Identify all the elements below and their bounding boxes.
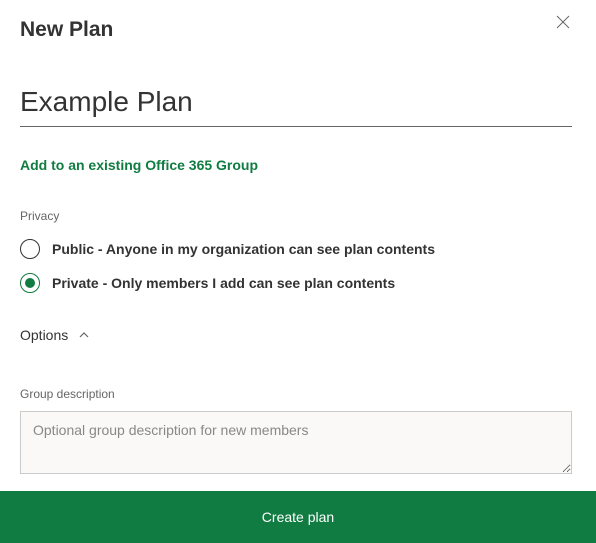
- privacy-option-private[interactable]: Private - Only members I add can see pla…: [20, 273, 576, 293]
- group-description-textarea[interactable]: [20, 411, 572, 474]
- privacy-section-label: Privacy: [20, 209, 576, 223]
- add-existing-group-link[interactable]: Add to an existing Office 365 Group: [20, 157, 576, 173]
- radio-icon: [20, 239, 40, 259]
- radio-label: Public - Anyone in my organization can s…: [52, 241, 435, 257]
- options-toggle[interactable]: Options: [20, 327, 576, 343]
- new-plan-dialog: New Plan Add to an existing Office 365 G…: [0, 0, 596, 543]
- privacy-radio-group: Public - Anyone in my organization can s…: [20, 239, 576, 293]
- create-plan-button[interactable]: Create plan: [0, 491, 596, 543]
- dialog-footer: Create plan: [0, 491, 596, 543]
- close-icon: [556, 15, 570, 29]
- privacy-option-public[interactable]: Public - Anyone in my organization can s…: [20, 239, 576, 259]
- options-toggle-label: Options: [20, 327, 68, 343]
- dialog-title: New Plan: [20, 18, 576, 42]
- radio-icon: [20, 273, 40, 293]
- close-button[interactable]: [556, 15, 576, 35]
- group-description-label: Group description: [20, 387, 576, 401]
- radio-selected-dot: [25, 278, 35, 288]
- plan-name-input[interactable]: [20, 80, 572, 127]
- chevron-up-icon: [78, 329, 90, 341]
- radio-label: Private - Only members I add can see pla…: [52, 275, 395, 291]
